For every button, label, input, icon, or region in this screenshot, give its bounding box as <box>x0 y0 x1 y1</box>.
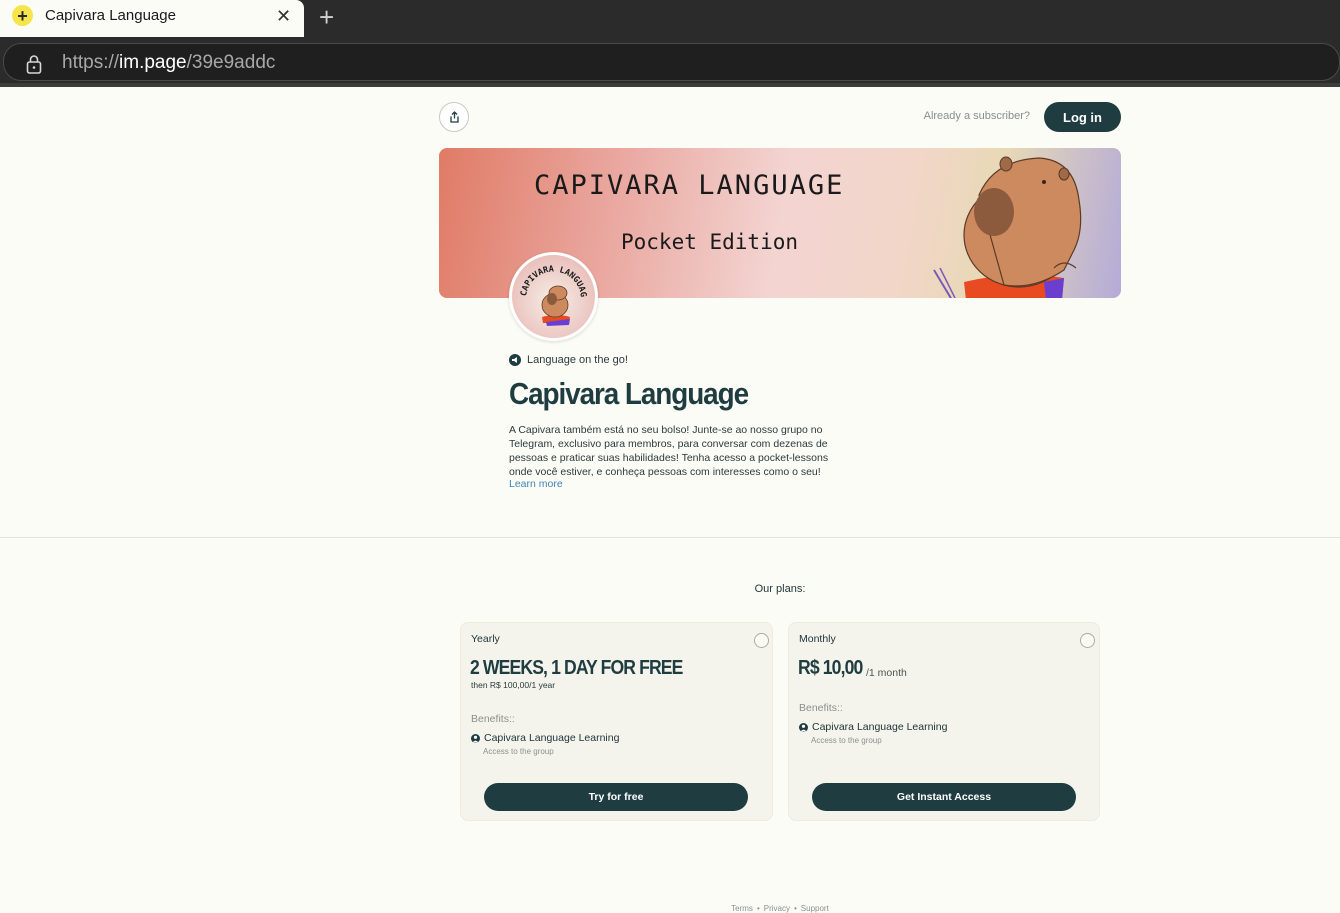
plus-favicon-icon: + <box>12 5 33 26</box>
banner-title: CAPIVARA LANGUAGE <box>534 170 845 201</box>
plans-heading: Our plans: <box>754 583 806 595</box>
login-button[interactable]: Log in <box>1044 102 1121 132</box>
privacy-link[interactable]: Privacy <box>764 904 790 913</box>
plan-price: 2 WEEKS, 1 DAY FOR FREE <box>470 657 683 679</box>
plan-card-monthly[interactable]: Monthly R$ 10,00 /1 month Benefits:: Cap… <box>788 622 1100 821</box>
banner-subtitle: Pocket Edition <box>621 230 799 254</box>
plan-price: R$ 10,00 <box>798 657 863 679</box>
plan-period: /1 month <box>866 667 907 679</box>
learn-more-link[interactable]: Learn more <box>509 478 563 490</box>
megaphone-icon <box>509 354 521 366</box>
close-tab-icon[interactable]: ✕ <box>276 6 291 27</box>
plan-radio[interactable] <box>1080 633 1095 648</box>
url-text: https://im.page/39e9addc <box>62 52 276 73</box>
tab-title: Capivara Language <box>45 7 176 24</box>
benefit-item: Capivara Language Learning <box>471 732 619 744</box>
capybara-illustration <box>933 156 1082 298</box>
tagline: Language on the go! <box>509 354 628 366</box>
plan-renewal-text: then R$ 100,00/1 year <box>471 680 556 690</box>
browser-tab[interactable]: + Capivara Language ✕ <box>0 0 304 37</box>
url-input[interactable]: https://im.page/39e9addc <box>3 43 1340 81</box>
plan-radio[interactable] <box>754 633 769 648</box>
share-icon <box>449 111 459 123</box>
group-icon <box>799 722 808 732</box>
support-link[interactable]: Support <box>801 904 829 913</box>
plan-name: Monthly <box>799 633 836 645</box>
terms-link[interactable]: Terms <box>731 904 753 913</box>
footer-separator: • <box>793 904 797 913</box>
share-button[interactable] <box>439 102 469 132</box>
benefits-label: Benefits:: <box>471 713 515 725</box>
already-subscriber-text: Already a subscriber? <box>923 110 1030 122</box>
browser-tab-bar: + Capivara Language ✕ + <box>0 0 1340 37</box>
try-for-free-button[interactable]: Try for free <box>484 783 748 811</box>
channel-avatar: CAPIVARA LANGUAGE <box>509 252 598 341</box>
new-tab-icon[interactable]: + <box>319 2 334 33</box>
benefit-description: Access to the group <box>483 747 554 756</box>
benefit-title: Capivara Language Learning <box>812 721 948 733</box>
benefit-title: Capivara Language Learning <box>484 732 620 744</box>
benefit-item: Capivara Language Learning <box>799 721 947 733</box>
benefits-label: Benefits:: <box>799 702 843 714</box>
footer-links: Terms • Privacy • Support <box>700 904 860 913</box>
lock-icon[interactable] <box>26 54 42 74</box>
avatar-capybara-logo: CAPIVARA LANGUAGE <box>512 255 588 326</box>
footer-separator: • <box>756 904 760 913</box>
section-divider <box>0 537 1340 538</box>
page-title: Capivara Language <box>509 376 749 411</box>
tagline-text: Language on the go! <box>527 354 628 366</box>
get-instant-access-button[interactable]: Get Instant Access <box>812 783 1076 811</box>
benefit-description: Access to the group <box>811 736 882 745</box>
address-bar: https://im.page/39e9addc <box>0 37 1340 87</box>
channel-description: A Capivara também está no seu bolso! Jun… <box>509 424 829 478</box>
group-icon <box>471 733 480 743</box>
plan-name: Yearly <box>471 633 500 645</box>
plan-card-yearly[interactable]: Yearly 2 WEEKS, 1 DAY FOR FREE then R$ 1… <box>460 622 773 821</box>
